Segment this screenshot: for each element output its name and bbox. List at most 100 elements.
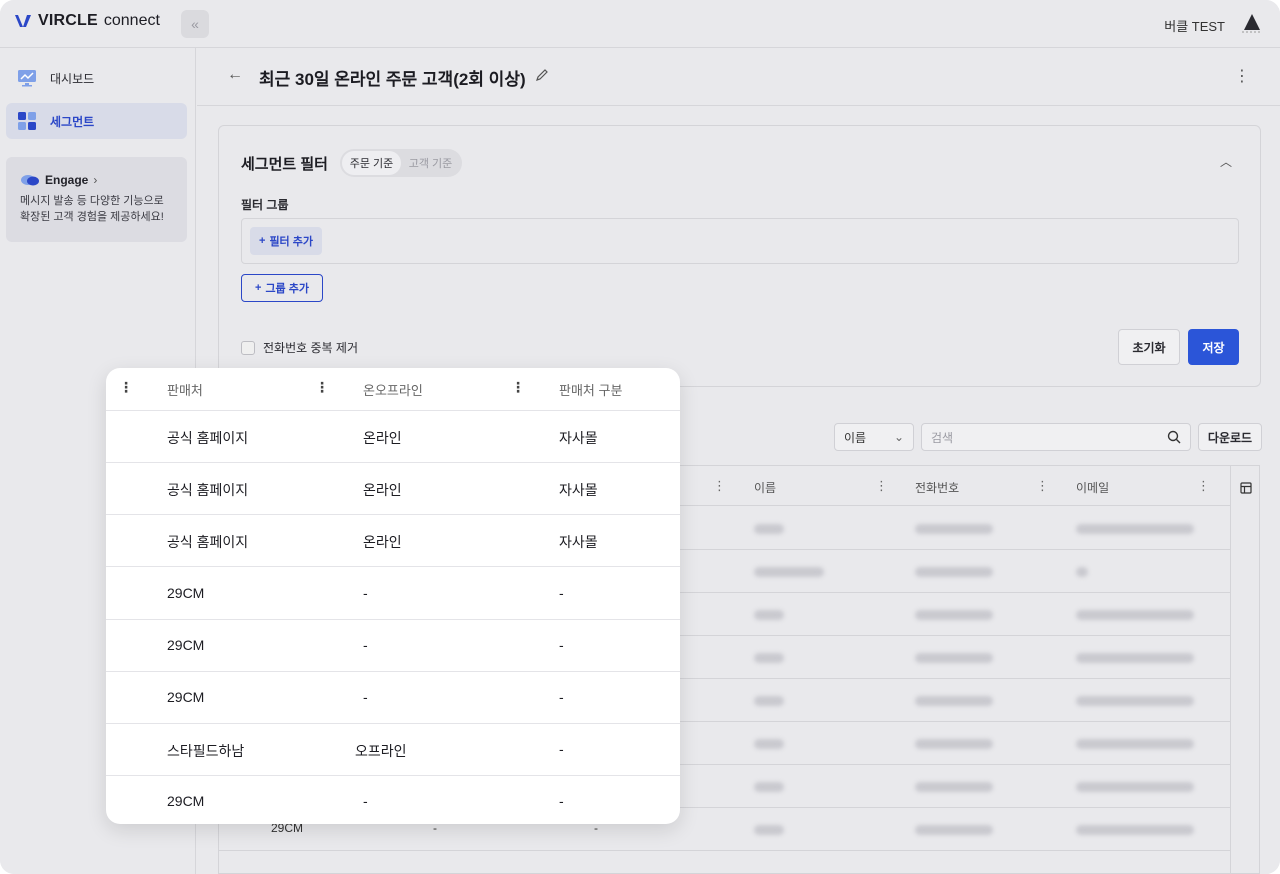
- table-cell: 온라인: [363, 482, 402, 499]
- column-header-store[interactable]: 판매처: [167, 380, 203, 399]
- save-button[interactable]: 저장: [1188, 329, 1239, 365]
- brand-sub: connect: [103, 12, 160, 29]
- engage-desc-line: 확장된 고객 경험을 제공하세요!: [20, 211, 164, 223]
- store-info-overlay: ⋮ 판매처 ⋮ 온오프라인 ⋮ 판매처 구분 공식 홈페이지 온라인 자사몰 공식 홈…: [106, 368, 680, 824]
- table-row[interactable]: 공식 홈페이지 온라인 자사몰: [106, 515, 680, 568]
- select-value: 이름: [844, 430, 867, 445]
- column-menu-icon[interactable]: ⋮: [315, 379, 329, 396]
- table-row[interactable]: 스타필드하남 오프라인 -: [106, 724, 680, 777]
- back-arrow-icon[interactable]: ←: [227, 66, 243, 84]
- table-row[interactable]: 공식 홈페이지 온라인 자사몰: [106, 411, 680, 463]
- column-menu-icon[interactable]: ⋮: [1036, 478, 1049, 494]
- column-menu-icon[interactable]: ⋮: [1197, 478, 1210, 494]
- table-row[interactable]: 공식 홈페이지 온라인 자사몰: [106, 463, 680, 516]
- sidebar-item-segment[interactable]: 세그먼트: [6, 103, 187, 139]
- search-icon[interactable]: [1167, 430, 1181, 444]
- dedupe-checkbox[interactable]: [241, 340, 255, 355]
- more-vertical-icon[interactable]: ⋮: [1234, 66, 1250, 86]
- column-header-phone[interactable]: 전화번호: [915, 479, 959, 496]
- double-chevron-left-icon: «: [191, 16, 199, 32]
- table-columns-icon[interactable]: [1240, 482, 1252, 494]
- table-cell: -: [559, 636, 564, 653]
- add-filter-button[interactable]: + 필터 추가: [250, 227, 322, 255]
- top-bar: VIRCLE connect « 버클 TEST: [0, 0, 1280, 48]
- table-cell: 공식 홈페이지: [167, 534, 249, 551]
- avatar[interactable]: [1238, 8, 1266, 36]
- search-field-select[interactable]: 이름 ⌄: [834, 423, 914, 451]
- engage-title: Engage: [45, 173, 89, 187]
- page-header: ← 최근 30일 온라인 주문 고객(2회 이상) ⋮: [197, 48, 1280, 106]
- sidebar-item-dashboard[interactable]: 대시보드: [6, 60, 187, 96]
- table-cell: 자사몰: [559, 430, 598, 446]
- app-window: VIRCLE connect « 버클 TEST 대시보드 세그먼트 Engag…: [0, 0, 1280, 874]
- table-cell: 오프라인: [355, 743, 407, 760]
- table-cell: 29CM: [167, 689, 205, 705]
- chevron-right-icon: ›: [93, 173, 98, 187]
- dedupe-phone-option[interactable]: 전화번호 중복 제거: [241, 339, 358, 356]
- table-cell: -: [363, 584, 368, 601]
- table-cell: -: [363, 636, 368, 653]
- column-header-store-type[interactable]: 판매처 구분: [559, 380, 622, 399]
- chat-bubble-icon: [21, 175, 39, 186]
- segment-filter-card: 세그먼트 필터 주문 기준 고객 기준 ︿ 필터 그룹 + 필터 추가 + 그룹…: [218, 125, 1261, 387]
- plus-icon: +: [259, 235, 266, 247]
- segment-icon: [16, 111, 38, 131]
- table-cell: 스타필드하남: [167, 743, 245, 760]
- page-title: 최근 30일 온라인 주문 고객(2회 이상): [259, 70, 526, 89]
- search-placeholder: 검색: [931, 430, 954, 445]
- table-cell: -: [559, 584, 564, 601]
- table-row[interactable]: 29CM - -: [106, 776, 680, 824]
- logo[interactable]: VIRCLE connect: [14, 12, 160, 30]
- column-menu-icon[interactable]: ⋮: [511, 379, 525, 396]
- table-cell: 공식 홈페이지: [167, 482, 249, 499]
- column-header-name[interactable]: 이름: [754, 479, 776, 496]
- vircle-logo-icon: [15, 15, 31, 27]
- table-cell: 29CM: [167, 793, 205, 810]
- filter-title: 세그먼트 필터: [241, 156, 328, 173]
- add-group-label: 그룹 추가: [265, 283, 309, 295]
- add-group-button[interactable]: + 그룹 추가: [241, 274, 323, 302]
- table-cell: 자사몰: [559, 534, 598, 551]
- table-row[interactable]: 29CM - -: [106, 672, 680, 724]
- overlay-table-header: ⋮ 판매처 ⋮ 온오프라인 ⋮ 판매처 구분: [106, 368, 680, 411]
- search-input[interactable]: 검색: [921, 423, 1191, 451]
- add-filter-label: 필터 추가: [269, 236, 313, 248]
- reset-button[interactable]: 초기화: [1118, 329, 1180, 365]
- column-menu-icon[interactable]: ⋮: [875, 478, 888, 494]
- table-cell: -: [559, 741, 564, 758]
- plus-icon: +: [255, 282, 262, 294]
- table-cell: -: [363, 793, 368, 810]
- engage-promo-card[interactable]: Engage › 메시지 발송 등 다양한 기능으로 확장된 고객 경험을 제공…: [6, 157, 187, 242]
- table-cell: 29CM: [167, 636, 205, 653]
- filter-group-label: 필터 그룹: [241, 198, 289, 212]
- toggle-order-basis[interactable]: 주문 기준: [342, 151, 401, 175]
- column-settings-panel: [1231, 465, 1260, 874]
- table-cell: -: [363, 689, 368, 705]
- column-menu-icon[interactable]: ⋮: [119, 379, 133, 396]
- engage-desc-line: 메시지 발송 등 다양한 기능으로: [20, 195, 164, 207]
- column-header-email[interactable]: 이메일: [1076, 479, 1109, 496]
- collapse-sidebar-button[interactable]: «: [181, 10, 209, 38]
- table-row[interactable]: 29CM - -: [106, 620, 680, 672]
- sidebar-item-label: 세그먼트: [50, 114, 95, 129]
- chevron-down-icon: ⌄: [893, 430, 904, 444]
- column-menu-icon[interactable]: ⋮: [713, 478, 726, 494]
- table-cell: -: [559, 793, 564, 810]
- sidebar-item-label: 대시보드: [50, 71, 95, 86]
- table-cell: 29CM: [167, 584, 205, 601]
- column-header-channel[interactable]: 온오프라인: [363, 380, 423, 399]
- table-row[interactable]: 29CM - -: [106, 568, 680, 620]
- table-cell: 온라인: [363, 430, 402, 446]
- table-cell: 공식 홈페이지: [167, 430, 249, 446]
- brand-name: VIRCLE: [38, 12, 98, 29]
- table-cell: 온라인: [363, 534, 402, 551]
- user-name[interactable]: 버클 TEST: [1164, 16, 1225, 35]
- download-button[interactable]: 다운로드: [1198, 423, 1262, 451]
- filter-basis-toggle: 주문 기준 고객 기준: [340, 149, 462, 177]
- chevron-up-icon[interactable]: ︿: [1220, 153, 1232, 170]
- table-cell: 자사몰: [559, 482, 598, 499]
- dashboard-icon: [16, 68, 38, 88]
- toggle-customer-basis[interactable]: 고객 기준: [401, 151, 460, 175]
- table-cell: -: [559, 689, 564, 705]
- pencil-icon[interactable]: [535, 68, 549, 82]
